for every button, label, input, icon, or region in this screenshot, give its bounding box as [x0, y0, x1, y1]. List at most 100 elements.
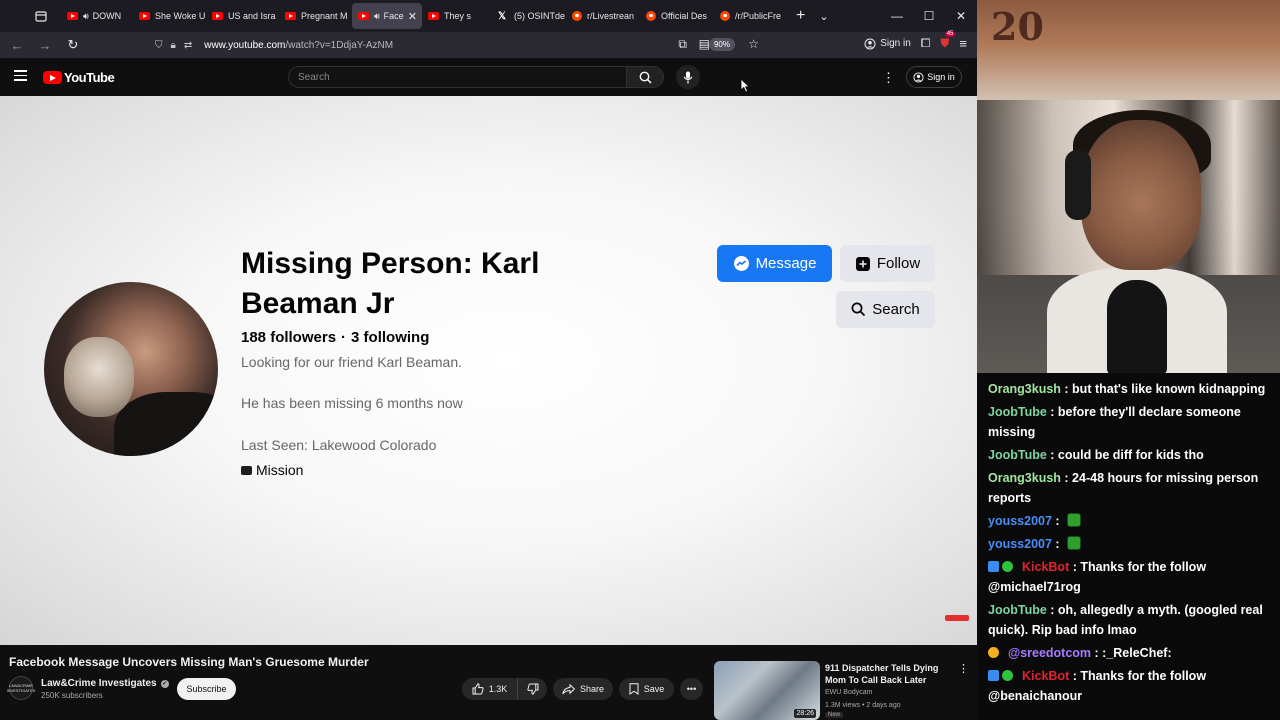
- url-bar[interactable]: ⛉ 🔒︎ ⇄ www.youtube.com/watch?v=1DdjaY-Az…: [155, 35, 765, 55]
- chat-separator: :: [1060, 382, 1073, 396]
- youtube-signin-button[interactable]: Sign in: [906, 66, 962, 88]
- stats-separator: ·: [341, 329, 347, 346]
- permissions-icon[interactable]: ⇄: [184, 40, 192, 51]
- like-button[interactable]: 1.3K: [462, 678, 518, 700]
- navigation-toolbar: ← → ↻ ⛉ 🔒︎ ⇄ www.youtube.com/watch?v=1Dd…: [0, 31, 977, 58]
- browser-tab-label: DOWN: [92, 11, 122, 21]
- chat-username[interactable]: youss2007: [988, 537, 1052, 551]
- youtube-icon: [67, 12, 78, 20]
- chat-message: JoobTube : oh, allegedly a myth. (google…: [988, 600, 1270, 640]
- chat-username[interactable]: JoobTube: [988, 405, 1047, 419]
- account-signin-button[interactable]: Sign in: [864, 38, 911, 50]
- youtube-masthead: YouTube ⋮ Sign in: [0, 58, 977, 96]
- chat-separator: :: [1046, 448, 1058, 462]
- chat-message: KickBot : Thanks for the follow @benaich…: [988, 666, 1270, 706]
- profile-photo: [44, 282, 218, 456]
- sub-badge-icon: [988, 647, 999, 658]
- browser-tab[interactable]: 𝕏 (5) OSINTde: [492, 3, 566, 29]
- browser-tab-label: US and Isra: [228, 11, 276, 21]
- like-count: 1.3K: [488, 684, 508, 694]
- tracking-shield-icon[interactable]: ⛉: [155, 40, 163, 51]
- url-text[interactable]: www.youtube.com/watch?v=1DdjaY-AzNM: [204, 40, 393, 51]
- verified-check-icon: ✓: [160, 679, 169, 688]
- channel-name[interactable]: Law&Crime Investigates ✓: [41, 678, 169, 689]
- close-window-icon[interactable]: ✕: [945, 9, 977, 23]
- maximize-icon[interactable]: ☐: [913, 9, 945, 23]
- subscribe-button[interactable]: Subscribe: [177, 678, 236, 700]
- tab-overview-icon[interactable]: [27, 4, 55, 28]
- browser-tab[interactable]: Official Des: [640, 3, 714, 29]
- reload-icon[interactable]: ↻: [60, 37, 86, 53]
- chat-username[interactable]: Orang3kush: [988, 382, 1061, 396]
- youtube-logo[interactable]: YouTube: [43, 70, 115, 85]
- more-actions-button[interactable]: •••: [680, 678, 703, 700]
- chat-separator: :: [1060, 471, 1073, 485]
- browser-tab[interactable]: Pregnant M: [279, 3, 352, 29]
- browser-tab[interactable]: 🔊︎ DOWN: [61, 3, 133, 29]
- settings-kebab-icon[interactable]: ⋮: [882, 70, 895, 86]
- youtube-search-button[interactable]: [626, 66, 664, 88]
- recommended-channel[interactable]: EWU Bodycam: [825, 689, 872, 696]
- browser-tab[interactable]: r/Livestrean: [566, 3, 640, 29]
- channel-name-text: Law&Crime Investigates: [41, 678, 157, 689]
- tab-list-chevron-icon[interactable]: ⌄: [819, 10, 828, 23]
- browser-tab[interactable]: 🔊︎ Face ✕: [352, 3, 422, 29]
- zoom-level-badge[interactable]: 90%: [708, 38, 735, 51]
- channel-watermark[interactable]: [945, 615, 969, 621]
- toolbar-right: Sign in ⧠ ⛊ 45 ≡: [864, 31, 967, 51]
- bookmark-star-icon[interactable]: ☆: [748, 37, 759, 51]
- browser-tab[interactable]: She Woke U: [133, 3, 206, 29]
- reddit-icon: [720, 11, 730, 21]
- channel-avatar[interactable]: LAW&CRIME INVESTIGATES: [7, 676, 35, 700]
- youtube-icon: [428, 12, 439, 20]
- addon-shield-icon[interactable]: ⛊ 45: [940, 31, 956, 51]
- app-menu-icon[interactable]: ≡: [959, 36, 967, 51]
- chat-username[interactable]: JoobTube: [988, 448, 1047, 462]
- chat-text: but that's like known kidnapping: [1072, 382, 1266, 396]
- chat-message: KickBot : Thanks for the follow @michael…: [988, 557, 1270, 597]
- browser-tab-label: Face: [383, 11, 404, 21]
- new-tab-icon[interactable]: +: [796, 7, 805, 25]
- briefcase-icon: [241, 465, 252, 475]
- chat-username[interactable]: KickBot: [1022, 669, 1069, 683]
- chat-username[interactable]: JoobTube: [988, 603, 1047, 617]
- chat-text: could be diff for kids tho: [1057, 448, 1204, 462]
- extensions-puzzle-icon[interactable]: ⧠: [921, 36, 931, 51]
- youtube-icon: [139, 12, 150, 20]
- chat-username[interactable]: KickBot: [1022, 560, 1069, 574]
- chat-username[interactable]: Orang3kush: [988, 471, 1061, 485]
- url-path: /watch?v=1DdjaY-AzNM: [285, 39, 394, 51]
- browser-tab[interactable]: US and Isra: [206, 3, 279, 29]
- recommended-title[interactable]: 911 Dispatcher Tells Dying Mom To Call B…: [825, 662, 950, 686]
- browser-tab[interactable]: They s: [422, 3, 492, 29]
- forward-icon[interactable]: →: [32, 38, 58, 53]
- picture-in-picture-icon[interactable]: ⧉: [678, 37, 687, 52]
- speaker-icon[interactable]: 🔊︎: [83, 11, 89, 22]
- minimize-icon[interactable]: —: [881, 9, 913, 23]
- chat-username[interactable]: @sreedotcom: [1008, 646, 1091, 660]
- profile-search-label: Search: [872, 301, 920, 318]
- chat-separator: :: [1091, 646, 1103, 660]
- guide-menu-icon[interactable]: [14, 70, 27, 81]
- dislike-button[interactable]: [518, 683, 547, 695]
- recommended-menu-icon[interactable]: ⋮: [958, 662, 969, 675]
- voice-search-button[interactable]: [676, 65, 700, 89]
- video-player[interactable]: Missing Person: Karl Beaman Jr 188 follo…: [0, 96, 977, 645]
- share-button[interactable]: Share: [553, 678, 613, 700]
- new-badge: New: [825, 712, 844, 718]
- bio-line: He has been missing 6 months now: [241, 395, 463, 411]
- chat-username[interactable]: youss2007: [988, 514, 1052, 528]
- messenger-icon: [733, 256, 749, 271]
- window-controls: — ☐ ✕: [881, 9, 977, 23]
- lock-icon[interactable]: 🔒︎: [171, 40, 176, 51]
- youtube-search-input[interactable]: [289, 67, 626, 88]
- close-tab-icon[interactable]: ✕: [408, 10, 417, 23]
- chat-message: JoobTube : before they'll declare someon…: [988, 402, 1270, 442]
- speaker-icon[interactable]: 🔊︎: [374, 11, 380, 22]
- back-icon[interactable]: ←: [4, 38, 30, 53]
- browser-tab[interactable]: /r/PublicFre: [714, 3, 788, 29]
- addon-badge-count: 45: [944, 31, 956, 37]
- thumbs-up-icon: [472, 683, 484, 695]
- save-button[interactable]: Save: [619, 678, 674, 700]
- recommended-thumbnail[interactable]: 28:26: [714, 661, 820, 720]
